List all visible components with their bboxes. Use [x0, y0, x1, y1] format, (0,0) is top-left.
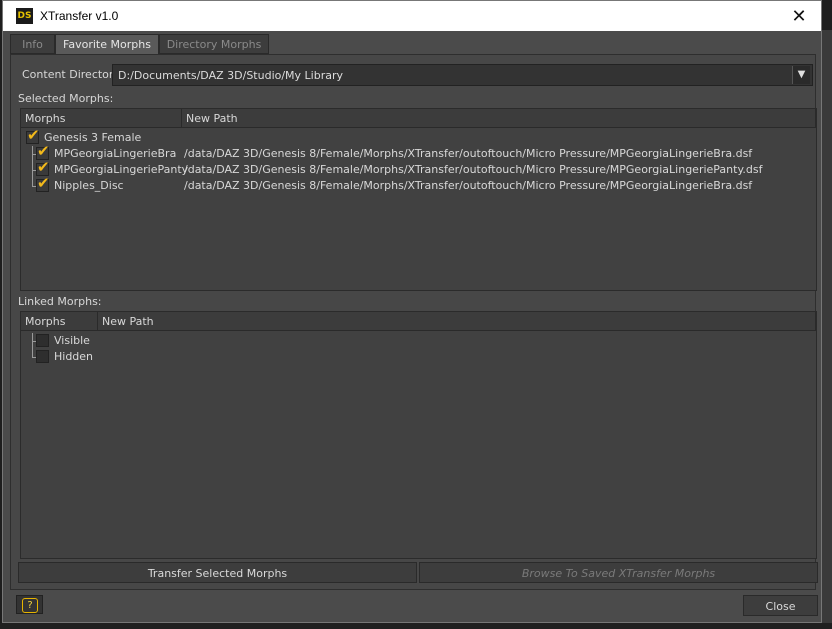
- checkmark-icon: ✔: [27, 126, 40, 144]
- window-title: XTransfer v1.0: [40, 9, 119, 23]
- morph-row[interactable]: ✔ Nipples_Disc /data/DAZ 3D/Genesis 8/Fe…: [36, 175, 816, 194]
- xtransfer-dialog: DS XTransfer v1.0 ✕ Info Favorite Morphs…: [2, 0, 822, 623]
- tree-connector-line: [32, 146, 33, 186]
- morph-new-path: /data/DAZ 3D/Genesis 8/Female/Morphs/XTr…: [184, 163, 763, 176]
- linked-morph-checkbox[interactable]: [36, 350, 49, 363]
- tab-info[interactable]: Info: [10, 34, 55, 54]
- tab-directory-morphs[interactable]: Directory Morphs: [159, 34, 269, 54]
- morph-new-path: /data/DAZ 3D/Genesis 8/Female/Morphs/XTr…: [184, 147, 753, 160]
- morph-name: Nipples_Disc: [54, 179, 124, 192]
- checkmark-icon: ✔: [37, 174, 50, 192]
- daz-studio-app-icon: DS: [16, 8, 33, 24]
- linked-morph-checkbox[interactable]: [36, 334, 49, 347]
- linked-morphs-label: Linked Morphs:: [18, 295, 102, 308]
- linked-morph-name: Visible: [54, 334, 90, 347]
- morph-name: MPGeorgiaLingerieBra: [54, 147, 177, 160]
- transfer-selected-morphs-button[interactable]: Transfer Selected Morphs: [18, 562, 417, 583]
- morph-name: MPGeorgiaLingeriePanty: [54, 163, 189, 176]
- column-header-new-path[interactable]: New Path: [182, 109, 816, 128]
- morph-row[interactable]: ✔ MPGeorgiaLingeriePanty /data/DAZ 3D/Ge…: [36, 158, 816, 178]
- morph-new-path: /data/DAZ 3D/Genesis 8/Female/Morphs/XTr…: [184, 179, 753, 192]
- dropdown-arrow-icon[interactable]: ▼: [792, 66, 810, 84]
- morph-row[interactable]: ✔ MPGeorgiaLingerieBra /data/DAZ 3D/Gene…: [36, 142, 816, 162]
- background-app-edge: [822, 30, 832, 629]
- selected-morphs-label: Selected Morphs:: [18, 92, 114, 105]
- column-header-morphs[interactable]: Morphs: [21, 109, 182, 128]
- help-button[interactable]: ?: [16, 595, 43, 614]
- background-app-bottom: [0, 623, 832, 629]
- tree-root-label: Genesis 3 Female: [44, 131, 142, 144]
- column-header-new-path[interactable]: New Path: [98, 312, 816, 331]
- tab-favorite-morphs[interactable]: Favorite Morphs: [55, 34, 159, 55]
- content-directory-label: Content Directory:: [22, 68, 123, 81]
- checkmark-icon: ✔: [37, 158, 50, 176]
- morph-checkbox[interactable]: ✔: [36, 175, 50, 192]
- selected-morphs-list[interactable]: Morphs New Path ✔ Genesis 3 Female ✔ MPG…: [20, 108, 817, 291]
- browse-saved-morphs-button[interactable]: Browse To Saved XTransfer Morphs: [419, 562, 818, 583]
- checkmark-icon: ✔: [37, 142, 50, 160]
- tree-connector-line: [32, 333, 33, 357]
- close-button[interactable]: Close: [743, 595, 818, 616]
- linked-morph-name: Hidden: [54, 350, 94, 363]
- content-directory-select[interactable]: D:/Documents/DAZ 3D/Studio/My Library ▼: [112, 64, 813, 86]
- help-icon: ?: [22, 598, 38, 613]
- content-directory-value: D:/Documents/DAZ 3D/Studio/My Library: [118, 69, 344, 82]
- window-close-button[interactable]: ✕: [777, 1, 821, 31]
- favorite-morphs-panel: Content Directory: D:/Documents/DAZ 3D/S…: [10, 54, 818, 590]
- title-bar: DS XTransfer v1.0 ✕: [3, 1, 821, 31]
- column-header-morphs[interactable]: Morphs: [21, 312, 98, 331]
- linked-morphs-list[interactable]: Morphs New Path Visible Hidden: [20, 311, 817, 559]
